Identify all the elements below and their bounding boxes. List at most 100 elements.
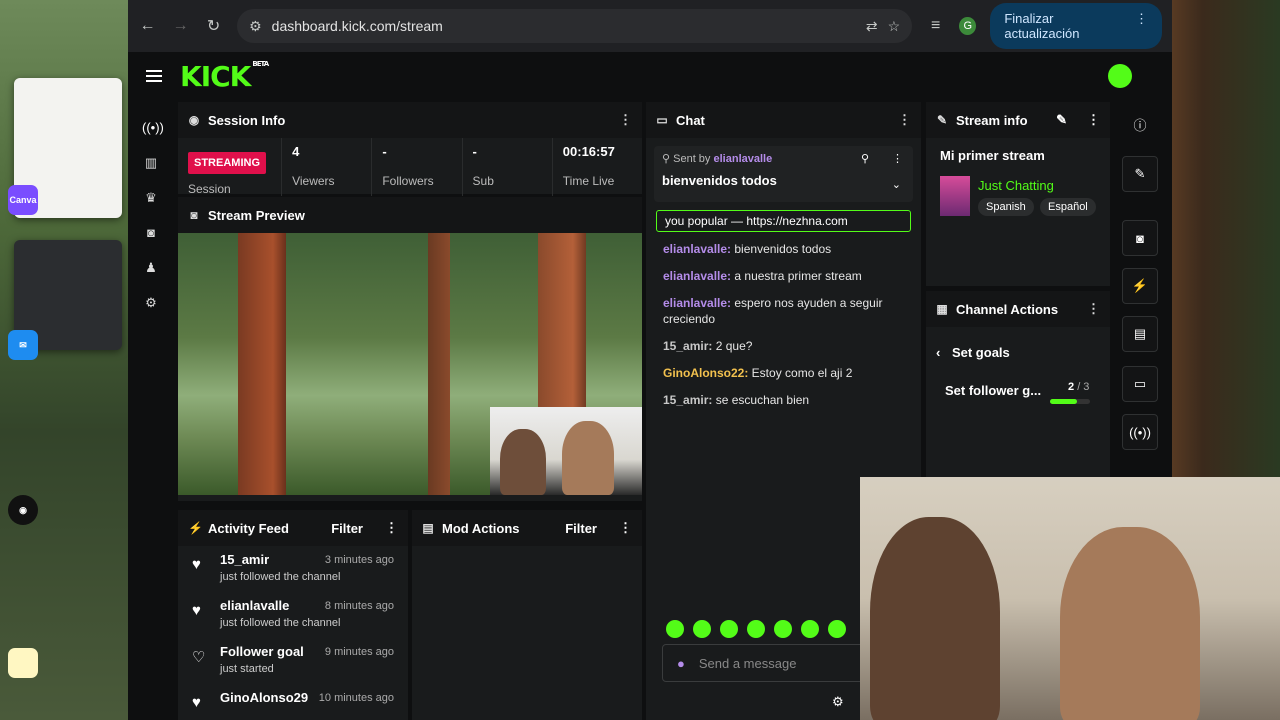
kebab-menu-icon[interactable]: ⋮ [619,520,632,536]
goal-progress-fill [1050,399,1077,404]
followers-value: - [382,144,387,159]
chat-message: elianlavalle: a nuestra primer stream [646,263,921,290]
community-icon[interactable]: ♟ [142,260,160,278]
profile-avatar[interactable]: G [959,17,977,35]
chat-username[interactable]: GinoAlonso22: [663,366,748,380]
chat-username[interactable]: 15_amir: [663,339,712,353]
heart-outline-icon: ♡ [192,649,206,666]
edit-pencil-icon[interactable]: ✎ [1056,112,1067,128]
forward-icon[interactable]: → [171,17,190,35]
chat-username[interactable]: elianlavalle: [663,296,731,310]
beta-badge: BETA [252,59,269,68]
kick-logo[interactable]: KICK BETA [180,59,269,93]
update-browser-button[interactable]: Finalizar actualización ⋮ [990,3,1162,49]
panel-title: Stream Preview [208,207,305,223]
emote-icon[interactable] [774,620,792,638]
emote-icon[interactable] [720,620,738,638]
activity-time: 9 minutes ago [324,646,394,658]
follower-goal-label[interactable]: Set follower g... [945,383,1041,398]
chat-username[interactable]: 15_amir: [663,393,712,407]
activity-item: ♡ Follower goal just started 9 minutes a… [178,638,408,684]
media-control-icon[interactable]: ≡ [926,17,945,35]
microphone-icon[interactable]: ● [677,656,685,671]
user-avatar[interactable] [1108,64,1132,88]
chat-settings-gear-icon[interactable]: ⚙ [832,694,844,710]
kebab-menu-icon[interactable]: ⋮ [1087,301,1100,317]
lightning-icon: ⚡ [188,521,203,535]
chat-input-placeholder: Send a message [698,655,797,671]
channel-actions-header: ▦ Channel Actions ⋮ [926,291,1110,327]
followers-label: Followers [382,174,434,188]
reload-icon[interactable]: ↻ [204,16,223,36]
subs-stat: - Sub [463,138,553,196]
emote-icon[interactable] [747,620,765,638]
chevron-down-icon[interactable]: ⌄ [892,178,901,191]
chat-message: elianlavalle: espero nos ayuden a seguir… [646,290,921,334]
chat-text: se escuchan bien [712,392,810,407]
activity-feed-panel: ⚡ Activity Feed Filter ⋮ ♥ 15_amir just … [178,510,408,720]
kebab-menu-icon[interactable]: ⋮ [619,112,632,128]
stream-info-panel: ✎ Stream info ✎ ⋮ Mi primer stream Just … [926,102,1110,286]
pinned-kebab-icon[interactable]: ⋮ [892,152,903,165]
panel-title: Mod Actions [442,520,520,536]
analytics-icon[interactable]: ▥ [142,155,160,173]
set-goals-label: Set goals [951,345,1010,360]
set-goals-back-button[interactable]: ‹ Set goals [936,345,1010,360]
activity-sub: just started [220,663,274,675]
address-bar[interactable]: ⚙ dashboard.kick.com/stream ⇄ ☆ [237,9,913,43]
notes-app-icon[interactable] [8,648,38,678]
pinned-user: elianlavalle [713,153,773,165]
document-icon[interactable]: ▤ [1122,316,1158,352]
lightning-icon[interactable]: ⚡ [1122,268,1158,304]
preview-icon: ◙ [190,208,198,222]
info-icon[interactable]: ⓘ [1122,106,1158,142]
canva-app-icon[interactable]: Canva [8,185,38,215]
chat-text: a nuestra primer stream [731,268,862,283]
bookmark-star-icon[interactable]: ☆ [888,18,901,35]
stream-preview-video[interactable] [178,233,642,495]
edit-pencil-icon[interactable]: ✎ [1122,156,1158,192]
chat-username[interactable]: elianlavalle: [663,269,731,283]
clip-icon[interactable]: ◙ [142,225,160,243]
category-name[interactable]: Just Chatting [978,178,1054,193]
mod-filter-button[interactable]: Filter [565,521,597,536]
emote-icon[interactable] [693,620,711,638]
panel-title: Session Info [208,112,286,128]
emote-quick-bar [666,620,846,638]
emote-icon[interactable] [828,620,846,638]
emote-icon[interactable] [801,620,819,638]
kebab-menu-icon[interactable]: ⋮ [385,520,398,536]
activity-filter-button[interactable]: Filter [331,521,363,536]
trophy-icon[interactable]: ♛ [142,190,160,208]
kebab-menu-icon[interactable]: ⋮ [898,112,911,128]
viewers-label: Viewers [292,174,335,188]
unpin-icon[interactable]: ⚲ [861,152,869,165]
activity-time: 3 minutes ago [324,554,394,566]
heart-icon: ♥ [192,694,201,711]
chat-username[interactable]: elianlavalle: [663,242,731,256]
broadcast-icon[interactable]: ((•)) [1122,414,1158,450]
chat-bubble-icon: ▭ [656,113,668,127]
hamburger-menu-icon[interactable] [146,70,162,82]
url-text: dashboard.kick.com/stream [271,18,443,34]
site-settings-icon[interactable]: ⚙ [249,18,262,35]
logo-text: KICK [180,59,251,93]
mail-app-icon[interactable]: ✉ [8,330,38,360]
back-icon[interactable]: ← [138,17,157,35]
stream-broadcast-icon[interactable]: ((•)) [142,120,164,138]
activity-sub: just followed the channel [220,571,341,583]
pinned-message[interactable]: ⚲ Sent by elianlavalle bienvenidos todos… [654,146,913,202]
clip-icon[interactable]: ◙ [1122,220,1158,256]
time-live-value: 00:16:57 [562,144,615,159]
chat-message-list: elianlavalle: bienvenidos todos elianlava… [646,236,921,414]
session-info-header: ◉ Session Info ⋮ [178,102,642,138]
chat-message: elianlavalle: bienvenidos todos [646,236,921,263]
chat-bubble-icon[interactable]: ▭ [1122,366,1158,402]
emote-icon[interactable] [666,620,684,638]
kebab-menu-icon[interactable]: ⋮ [1087,112,1100,128]
category-thumbnail [940,176,970,216]
goal-progress-bar [1050,399,1090,404]
settings-gear-icon[interactable]: ⚙ [142,295,160,313]
obs-app-icon[interactable]: ◉ [8,495,38,525]
translate-icon[interactable]: ⇄ [866,18,878,35]
